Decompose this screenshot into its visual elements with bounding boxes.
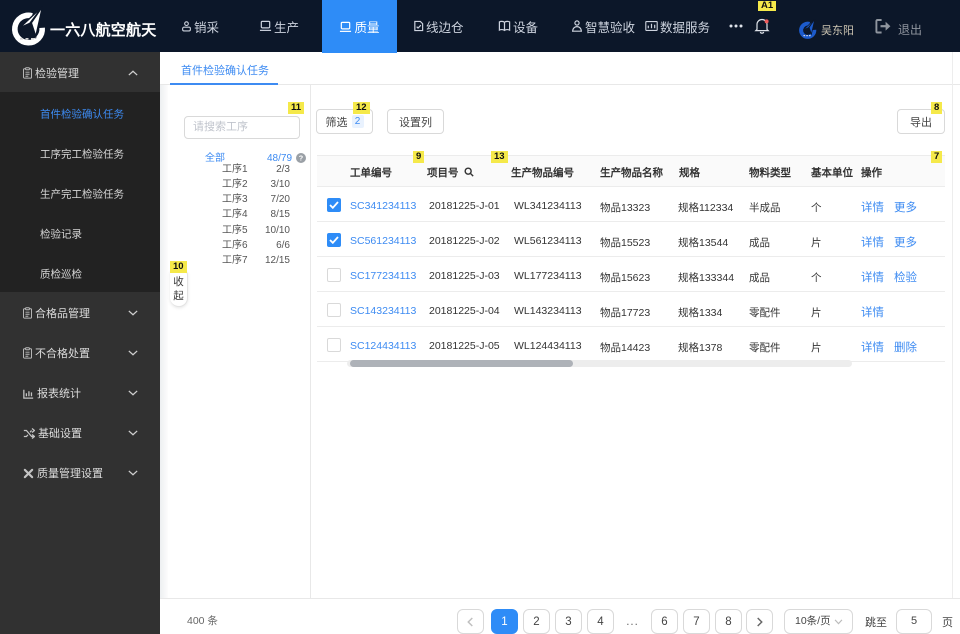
svg-text:?: ? [299, 153, 304, 162]
